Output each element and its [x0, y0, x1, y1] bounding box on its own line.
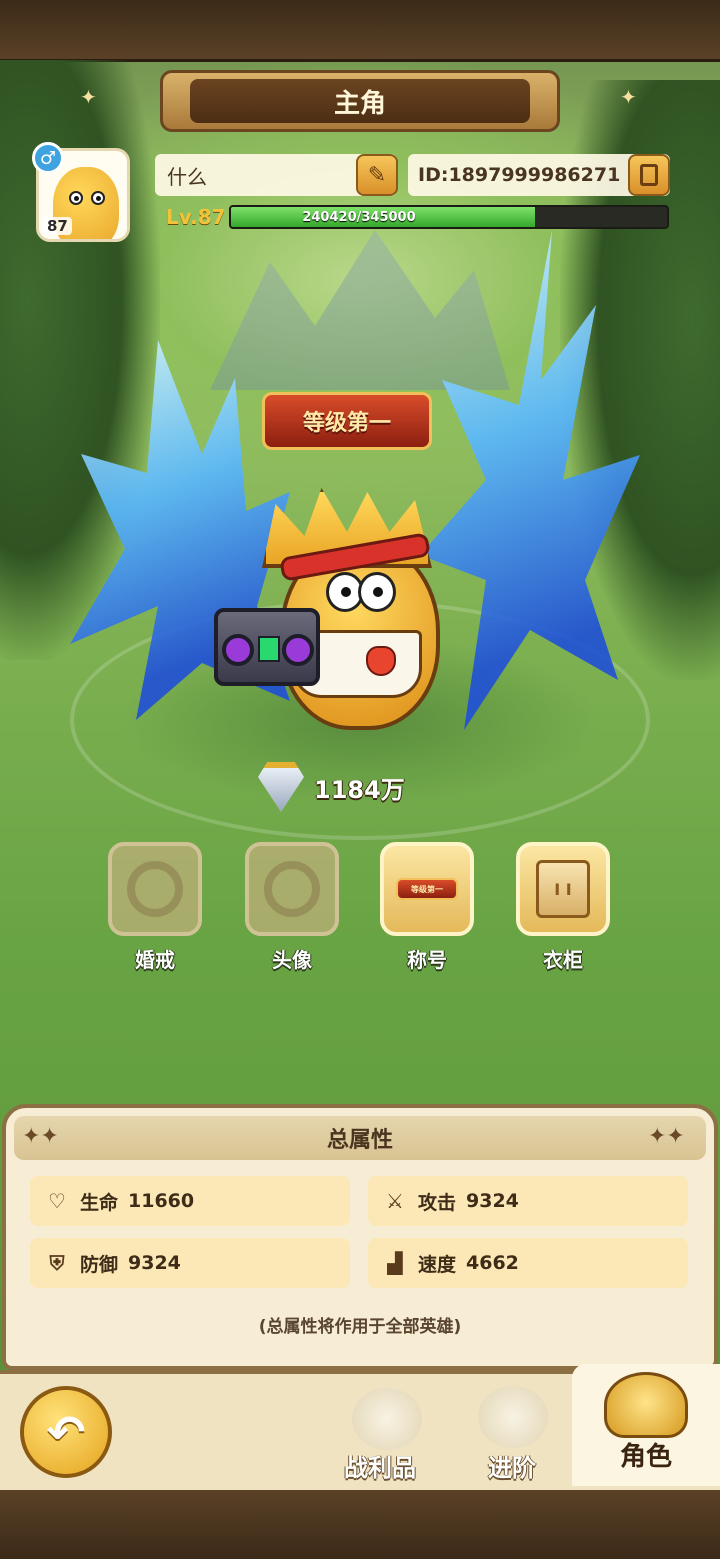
slot-wardrobe[interactable]: I I [516, 842, 610, 936]
avatar-frame-icon [264, 861, 320, 917]
pencil-icon: ✎ [367, 162, 387, 188]
exp-text: 240420/345000 [302, 209, 416, 225]
attribute-name: 防御 [80, 1253, 119, 1276]
attribute-value: 9324 [128, 1252, 181, 1274]
attribute-attack: ⚔ 攻击 9324 [368, 1176, 688, 1226]
avatar-level: 87 [43, 217, 72, 235]
nav-tab-loot[interactable]: 战利品 [344, 1448, 416, 1483]
slot-avatar[interactable] [245, 842, 339, 936]
boombox-icon [214, 608, 320, 686]
attribute-value: 11660 [128, 1190, 195, 1212]
shield-icon: ⛨ [49, 1251, 65, 1275]
loot-icon [352, 1388, 422, 1450]
hero-title-badge: 等级第一 [262, 392, 432, 450]
attribute-value: 9324 [466, 1190, 519, 1212]
slot-label: 衣柜 [543, 948, 583, 972]
nav-tab-advance[interactable]: 进阶 [488, 1448, 536, 1483]
title-badge-icon: 等级第一 [396, 878, 458, 900]
attribute-heading: 总属性 [14, 1116, 706, 1160]
game-scene: ✦ ✦ 主角 87 ♂ 什么 ✎ ID:1897999986271 Lv.87 … [0, 0, 720, 1559]
attribute-note: (总属性将作用于全部英雄) [258, 1317, 462, 1337]
speaker-icon [222, 634, 254, 666]
ring-icon [127, 861, 183, 917]
slot-label: 头像 [272, 948, 312, 972]
slot-label: 称号 [407, 948, 447, 972]
attribute-hp: ♡ 生命 11660 [30, 1176, 350, 1226]
avatar-eye [91, 191, 105, 205]
speaker-icon [282, 634, 314, 666]
back-button[interactable]: ↶ [20, 1386, 112, 1478]
background-mountain [210, 230, 510, 390]
attribute-defense: ⛨ 防御 9324 [30, 1238, 350, 1288]
back-arrow-icon: ↶ [46, 1405, 86, 1459]
sparkle-icon: ✦ [620, 85, 637, 109]
attribute-speed: ▟ 速度 4662 [368, 1238, 688, 1288]
avatar-eye [69, 191, 83, 205]
page-title: 主角 [190, 79, 530, 123]
attribute-value: 4662 [466, 1252, 519, 1274]
male-gender-icon: ♂ [32, 142, 64, 174]
attribute-name: 生命 [80, 1191, 119, 1214]
hero-eye [358, 572, 396, 612]
bottom-frame [0, 1490, 720, 1559]
combat-power: 1184万 [314, 776, 405, 804]
attribute-name: 攻击 [418, 1191, 457, 1214]
role-icon [604, 1372, 688, 1438]
advance-icon [478, 1386, 548, 1448]
top-frame [0, 0, 720, 62]
copy-icon [640, 164, 658, 186]
slot-label: 婚戒 [135, 948, 175, 972]
copy-id-button[interactable] [628, 154, 670, 196]
sparkle-icon: ✦ [80, 85, 97, 109]
boombox-screen [258, 636, 280, 662]
slot-ring[interactable] [108, 842, 202, 936]
edit-name-button[interactable]: ✎ [356, 154, 398, 196]
sparkle-icon: ✦✦ [648, 1124, 685, 1149]
nav-tab-role[interactable]: 角色 [572, 1436, 720, 1473]
sparkle-icon: ✦✦ [22, 1124, 59, 1149]
wardrobe-icon: I I [536, 860, 590, 918]
attribute-name: 速度 [418, 1253, 457, 1276]
strawberry-icon [366, 646, 396, 676]
heart-icon: ♡ [48, 1189, 66, 1213]
sword-icon: ⚔ [386, 1189, 404, 1213]
title-banner: 主角 [160, 70, 560, 132]
boot-icon: ▟ [387, 1251, 403, 1275]
slot-title[interactable]: 等级第一 [380, 842, 474, 936]
